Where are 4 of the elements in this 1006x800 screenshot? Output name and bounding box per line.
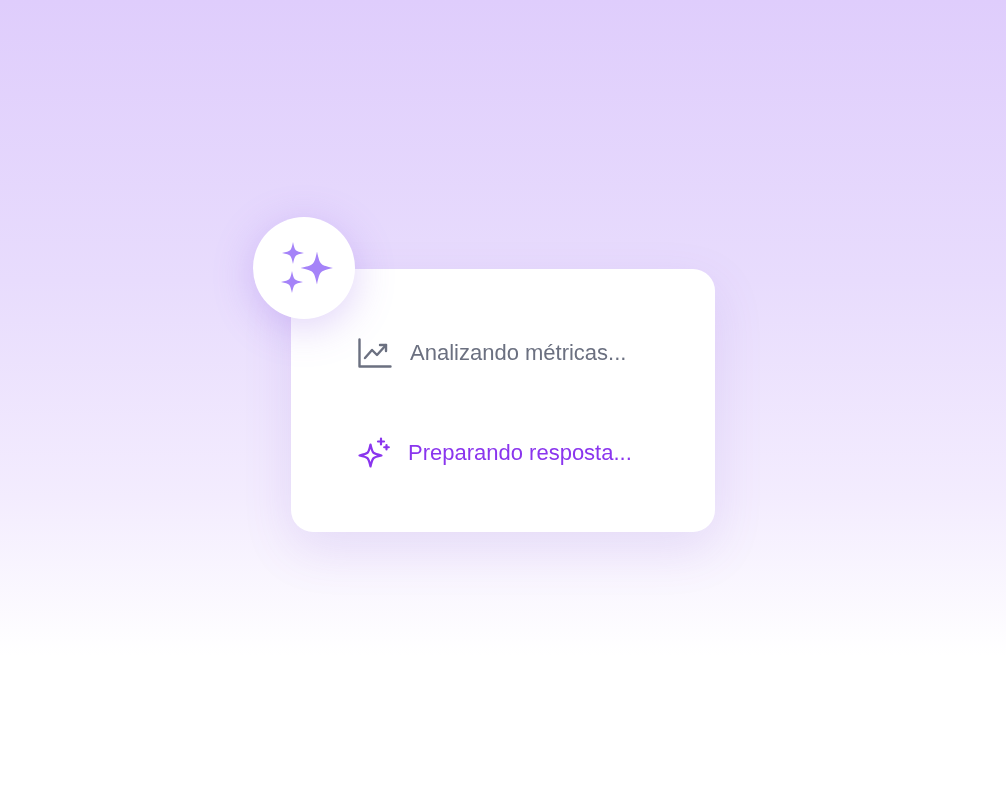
sparkle-icon [358,437,390,468]
line-chart-icon [358,337,392,368]
step-label: Preparando resposta... [408,441,632,464]
step-label: Analizando métricas... [410,341,627,364]
